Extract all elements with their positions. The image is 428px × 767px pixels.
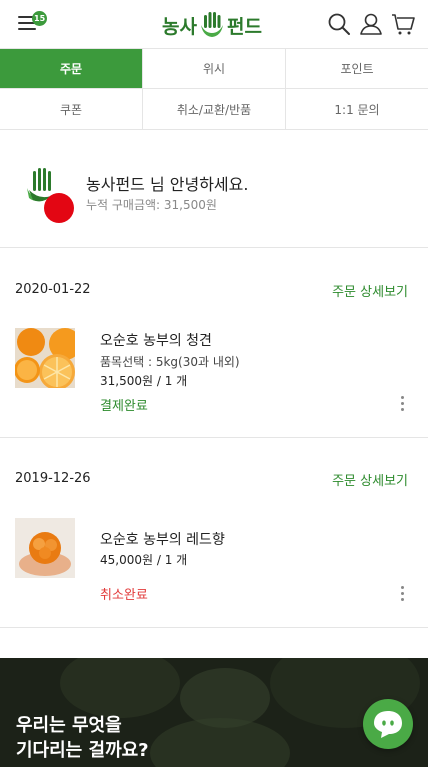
product-name[interactable]: 오순호 농부의 레드향	[100, 529, 225, 549]
total-purchase-amount: 누적 구매금액: 31,500원	[86, 198, 217, 212]
logo[interactable]: 농사 펀드	[162, 9, 262, 41]
banner-foliage	[60, 658, 180, 718]
order-status: 결제완료	[100, 399, 148, 414]
logo-text-right: 펀드	[226, 15, 262, 38]
search-icon[interactable]	[327, 12, 351, 36]
product-image[interactable]	[15, 518, 75, 578]
tab-point[interactable]: 포인트	[286, 49, 428, 88]
price-quantity: 45,000원 / 1 개	[100, 553, 188, 567]
banner-line-1: 우리는 무엇을	[16, 715, 122, 736]
order-card: 2020-01-22 주문 상세보기 오순호 농부의 청견 품목선택 : 5kg…	[0, 249, 428, 438]
cart-icon[interactable]	[391, 12, 415, 36]
more-icon[interactable]	[396, 584, 408, 602]
more-icon[interactable]	[396, 394, 408, 412]
product-option: 품목선택 : 5kg(30과 내외)	[100, 355, 240, 369]
logo-text-left: 농사	[162, 15, 197, 38]
tab-order[interactable]: 주문	[0, 49, 143, 88]
order-detail-link[interactable]: 주문 상세보기	[332, 281, 408, 300]
chat-icon	[374, 711, 402, 738]
order-date: 2020-01-22	[15, 282, 91, 297]
tab-cancel-exchange-return[interactable]: 취소/교환/반품	[143, 89, 286, 129]
cart-count-badge: 15	[32, 11, 48, 26]
tab-coupon[interactable]: 쿠폰	[0, 89, 143, 129]
redhyang-product-image	[15, 518, 75, 578]
header: 15 농사 펀드	[0, 0, 428, 48]
orange-product-image	[15, 328, 75, 388]
order-card: 2019-12-26 주문 상세보기 오순호 농부의 레드향 45,000원 /…	[0, 438, 428, 628]
order-status: 취소완료	[100, 588, 148, 603]
profile-section: 농사펀드 님 안녕하세요. 누적 구매금액: 31,500원	[0, 131, 428, 248]
tab-inquiry[interactable]: 1:1 문의	[286, 89, 428, 129]
mypage-tabs: 주문 위시 포인트 쿠폰 취소/교환/반품 1:1 문의	[0, 48, 428, 130]
logo-hand-icon	[200, 12, 223, 37]
product-image[interactable]	[15, 328, 75, 388]
chat-button[interactable]	[363, 699, 413, 749]
profile-avatar-icon	[27, 168, 74, 223]
product-name[interactable]: 오순호 농부의 청견	[100, 330, 212, 350]
banner-foliage	[150, 718, 290, 767]
tab-wish[interactable]: 위시	[143, 49, 286, 88]
price-quantity: 31,500원 / 1 개	[100, 374, 188, 388]
banner-line-2: 기다리는 걸까요?	[16, 740, 149, 761]
user-icon[interactable]	[359, 12, 383, 36]
order-detail-link[interactable]: 주문 상세보기	[332, 470, 408, 489]
banner-headline: 우리는 무엇을 기다리는 걸까요?	[16, 713, 149, 763]
greeting-text: 농사펀드 님 안녕하세요.	[86, 175, 249, 194]
order-date: 2019-12-26	[15, 471, 91, 486]
